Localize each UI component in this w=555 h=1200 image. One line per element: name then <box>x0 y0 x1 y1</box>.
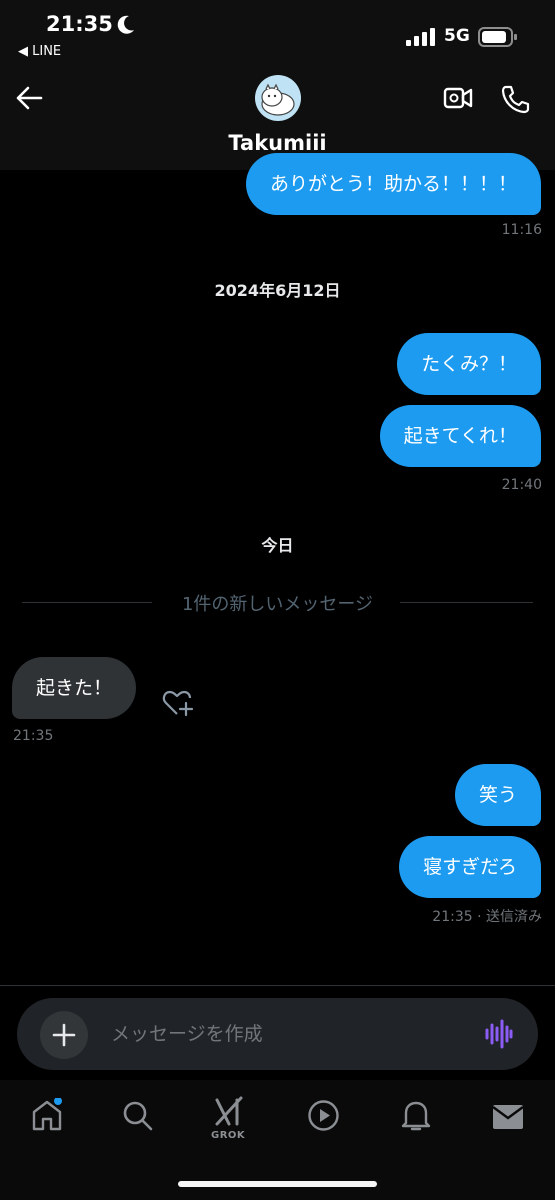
composer-divider <box>0 985 555 986</box>
avatar[interactable] <box>255 75 301 121</box>
message-bubble-outgoing[interactable]: ありがとう！助かる！！！！ <box>245 153 541 215</box>
contact-name[interactable]: Takumiii <box>0 131 555 155</box>
message-bubble-outgoing[interactable]: 起きてくれ！ <box>379 405 541 467</box>
message-timestamp: 21:35 <box>13 728 54 744</box>
bell-icon[interactable] <box>400 1098 432 1132</box>
message-timestamp: 21:40 <box>501 477 542 493</box>
date-separator: 今日 <box>261 536 294 555</box>
video-call-icon[interactable] <box>443 86 473 110</box>
avatar-image <box>261 83 295 116</box>
mail-icon[interactable] <box>492 1103 524 1131</box>
battery-icon <box>478 27 517 47</box>
heart-plus-icon[interactable] <box>162 689 194 717</box>
home-icon[interactable] <box>30 1098 64 1132</box>
new-message-line-right <box>400 602 533 603</box>
network-label: 5G <box>444 26 470 46</box>
message-bubble-outgoing[interactable]: 寝すぎだろ <box>399 836 541 898</box>
signal-icon <box>406 28 435 46</box>
plus-icon <box>52 1023 76 1047</box>
voice-icon[interactable] <box>485 1019 513 1049</box>
message-bubble-incoming[interactable]: 起きた！ <box>12 657 137 719</box>
back-to-app-link[interactable]: ◀ LINE <box>18 44 61 59</box>
add-attachment-button[interactable] <box>40 1011 88 1059</box>
message-composer[interactable] <box>17 998 538 1070</box>
phone-icon[interactable] <box>500 84 530 114</box>
message-bubble-outgoing[interactable]: たくみ？！ <box>397 333 541 395</box>
status-time: 21:35 <box>46 12 113 36</box>
message-sent-status: 21:35 · 送信済み <box>432 909 542 925</box>
new-message-marker: 1件の新しいメッセージ <box>181 594 374 615</box>
home-indicator[interactable] <box>178 1181 377 1187</box>
message-input[interactable]: メッセージを作成 <box>111 1019 263 1046</box>
grok-icon[interactable] <box>213 1094 247 1128</box>
message-timestamp: 11:16 <box>501 222 542 238</box>
search-icon[interactable] <box>122 1100 154 1132</box>
back-arrow-icon[interactable] <box>14 84 44 112</box>
message-bubble-outgoing[interactable]: 笑う <box>454 764 541 826</box>
play-icon[interactable] <box>307 1099 340 1132</box>
date-separator: 2024年6月12日 <box>214 281 341 300</box>
moon-icon <box>117 15 134 34</box>
grok-label: GROK <box>211 1130 246 1141</box>
